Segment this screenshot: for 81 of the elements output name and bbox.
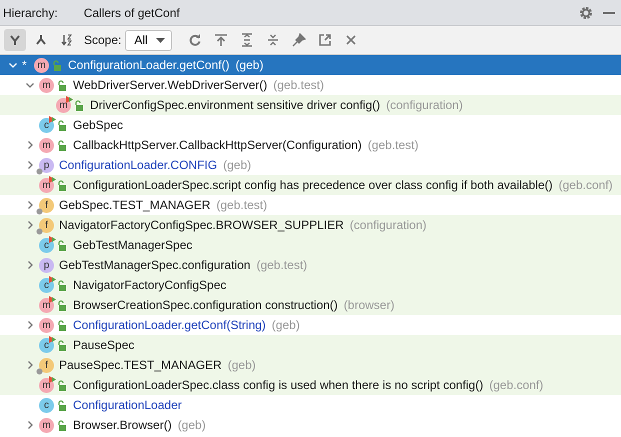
package-name: (geb.test): [256, 258, 308, 272]
tree-row[interactable]: c NavigatorFactoryConfigSpec: [0, 275, 621, 295]
method-icon: m: [39, 318, 54, 332]
chevron-icon[interactable]: [25, 140, 35, 150]
field-icon: f: [39, 358, 54, 372]
method-name: ConfigurationLoader.CONFIG: [59, 158, 218, 172]
method-name: ConfigurationLoader.getConf(): [68, 58, 230, 72]
method-name: GebSpec.TEST_MANAGER: [59, 198, 210, 212]
tree-row[interactable]: m ConfigurationLoaderSpec.script config has precedence over class config if both available() (geb.conf): [0, 175, 621, 195]
tree-row[interactable]: c PauseSpec: [0, 335, 621, 355]
package-name: (geb.conf): [489, 378, 544, 392]
chevron-icon[interactable]: [25, 420, 35, 430]
tree-row[interactable]: f PauseSpec.TEST_MANAGER (geb): [0, 355, 621, 375]
tree-row[interactable]: f NavigatorFactoryConfigSpec.BROWSER_SUPPLIER (configuration): [0, 215, 621, 235]
scope-dropdown[interactable]: All: [125, 30, 172, 50]
callers-icon[interactable]: [4, 29, 26, 51]
field-icon: f: [39, 218, 54, 232]
tree-row[interactable]: m ConfigurationLoaderSpec.class config is used when there is no script config() (geb.conf): [0, 375, 621, 395]
method-name: NavigatorFactoryConfigSpec.BROWSER_SUPPLIER: [59, 218, 344, 232]
method-icon: m: [39, 418, 54, 432]
chevron-icon[interactable]: [25, 200, 35, 210]
tree-row[interactable]: p GebTestManagerSpec.configuration (geb.test): [0, 255, 621, 275]
method-name: BrowserCreationSpec.configuration construction(): [73, 298, 338, 312]
class-icon: c: [39, 118, 54, 132]
method-icon: m: [39, 378, 54, 392]
class-icon: c: [39, 398, 54, 412]
panel-label: Hierarchy:: [3, 6, 58, 20]
property-icon: p: [39, 258, 54, 272]
package-name: (geb): [235, 58, 264, 72]
caret-icon: [156, 38, 165, 42]
package-name: (geb): [272, 318, 300, 332]
chevron-icon[interactable]: [25, 80, 35, 90]
package-name: (configuration): [386, 98, 463, 112]
class-icon: c: [39, 278, 54, 292]
settings-icon[interactable]: [579, 6, 593, 20]
method-name: ConfigurationLoaderSpec.script config has precedence over class config if both available(): [73, 178, 553, 192]
property-icon: p: [39, 158, 54, 172]
chevron-icon[interactable]: [25, 160, 35, 170]
method-name: GebTestManagerSpec.configuration: [59, 258, 250, 272]
method-name: GebTestManagerSpec: [73, 238, 192, 252]
scope-label: Scope:: [84, 33, 122, 47]
method-icon: m: [39, 138, 54, 152]
tree-row[interactable]: m DriverConfigSpec.environment sensitive driver config() (configuration): [0, 95, 621, 115]
method-name: NavigatorFactoryConfigSpec: [73, 278, 226, 292]
package-name: (geb): [178, 418, 206, 432]
method-name: Browser.Browser(): [73, 418, 172, 432]
tree-row[interactable]: m BrowserCreationSpec.configuration construction() (browser): [0, 295, 621, 315]
method-icon: m: [39, 78, 54, 92]
method-name: GebSpec: [73, 118, 124, 132]
method-icon: m: [56, 98, 71, 112]
chevron-icon[interactable]: [25, 260, 35, 270]
method-icon: m: [34, 58, 49, 72]
package-name: (geb): [228, 358, 256, 372]
method-name: CallbackHttpServer.CallbackHttpServer(Configuration): [73, 138, 362, 152]
chevron-icon[interactable]: [25, 220, 35, 230]
field-icon: f: [39, 198, 54, 212]
tree-row[interactable]: c GebTestManagerSpec: [0, 235, 621, 255]
class-icon: c: [39, 338, 54, 352]
tree-row[interactable]: * m ConfigurationLoader.getConf() (geb): [0, 55, 621, 75]
package-name: (geb.test): [273, 78, 324, 92]
package-name: (geb): [223, 158, 252, 172]
package-name: (geb.test): [216, 198, 268, 212]
package-name: (geb.conf): [558, 178, 613, 192]
method-name: ConfigurationLoader: [73, 398, 182, 412]
method-name: PauseSpec: [73, 338, 134, 352]
chevron-icon[interactable]: [25, 320, 35, 330]
package-name: (geb.test): [368, 138, 418, 152]
panel-title: Callers of getConf: [84, 6, 180, 20]
method-icon: m: [39, 178, 54, 192]
class-icon: c: [39, 238, 54, 252]
package-name: (configuration): [350, 218, 426, 232]
chevron-icon[interactable]: [8, 60, 18, 70]
method-name: WebDriverServer.WebDriverServer(): [73, 78, 268, 92]
package-name: (browser): [344, 298, 394, 312]
star-mark: *: [22, 58, 28, 72]
method-name: DriverConfigSpec.environment sensitive driver config(): [90, 98, 380, 112]
method-name: ConfigurationLoaderSpec.class config is used when there is no script config(): [73, 378, 484, 392]
method-name: PauseSpec.TEST_MANAGER: [59, 358, 222, 372]
method-name: ConfigurationLoader.getConf(String): [73, 318, 266, 332]
method-icon: m: [39, 298, 54, 312]
chevron-icon[interactable]: [25, 360, 35, 370]
